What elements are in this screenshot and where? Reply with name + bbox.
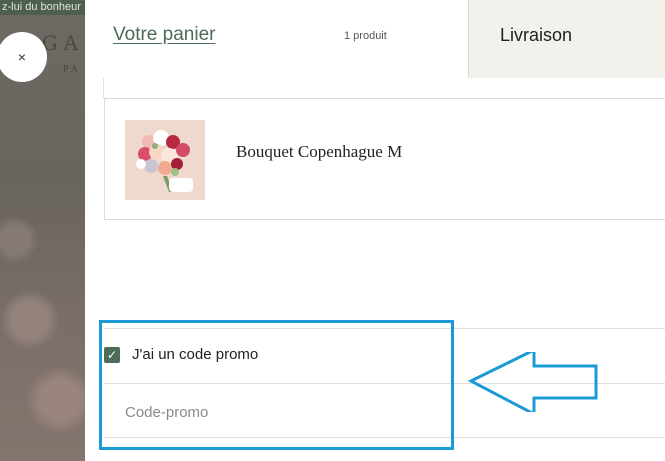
cart-panel: Votre panier 1 produit Livraison Bouquet… bbox=[85, 0, 665, 461]
background-logo: GA bbox=[42, 30, 84, 55]
promo-checkbox-label: J'ai un code promo bbox=[132, 346, 259, 363]
background-banner: z-lui du bonheur bbox=[0, 0, 85, 15]
divider bbox=[104, 383, 665, 384]
divider bbox=[104, 328, 665, 329]
bouquet-photo bbox=[125, 120, 205, 200]
promo-code-input[interactable] bbox=[123, 398, 447, 426]
checkbox-checked-icon[interactable]: ✓ bbox=[104, 346, 120, 363]
panel-edge-line bbox=[103, 78, 104, 98]
background-logo-sub: PA bbox=[63, 64, 81, 75]
cart-item-count: 1 produit bbox=[344, 30, 387, 42]
tab-delivery-label: Livraison bbox=[500, 25, 573, 45]
background-flowers-image bbox=[0, 200, 85, 461]
tab-cart[interactable]: Votre panier bbox=[113, 24, 215, 46]
product-name: Bouquet Copenhague M bbox=[236, 142, 403, 161]
divider bbox=[104, 437, 665, 438]
close-icon: × bbox=[17, 49, 27, 65]
cart-item: Bouquet Copenhague M bbox=[104, 98, 665, 220]
promo-toggle[interactable]: ✓ J'ai un code promo bbox=[104, 346, 258, 363]
tab-delivery[interactable]: Livraison bbox=[468, 0, 665, 78]
